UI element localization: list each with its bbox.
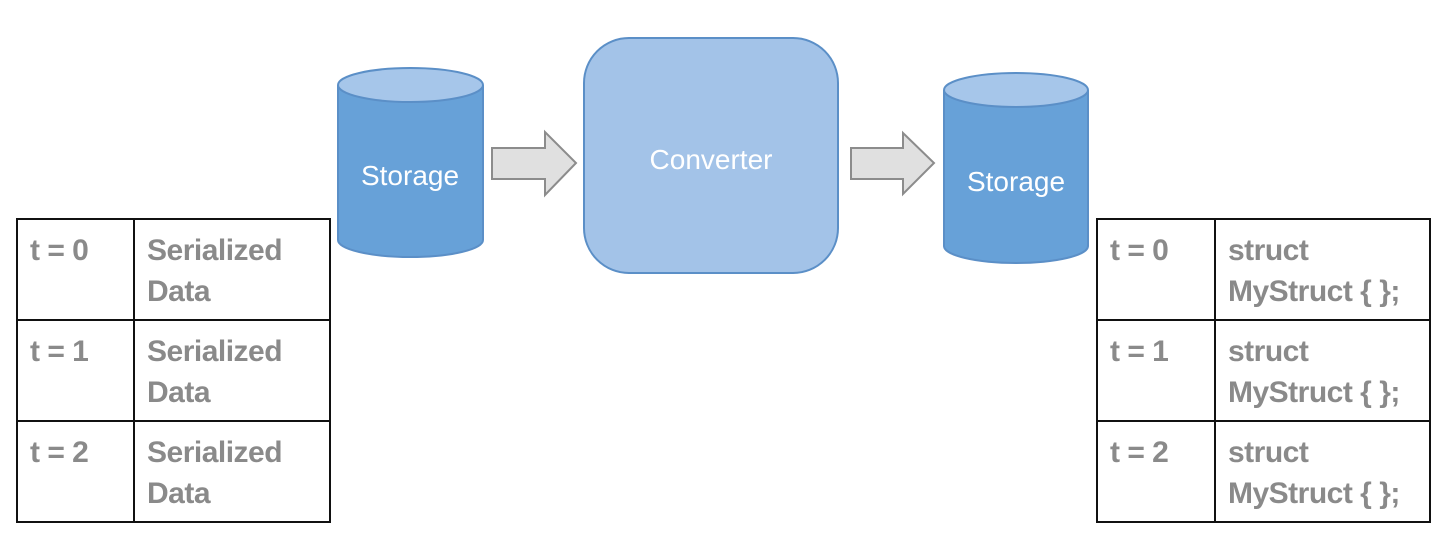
source-data-table: t = 0 Serialized Data t = 1 Serialized D… [16, 218, 331, 523]
time-cell: t = 0 [1096, 218, 1216, 321]
table-row: t = 2 struct MyStruct { }; [1096, 420, 1431, 523]
value-cell: Serialized Data [133, 319, 331, 422]
value-cell: struct MyStruct { }; [1214, 218, 1431, 321]
table-row: t = 0 Serialized Data [16, 218, 331, 321]
table-row: t = 1 Serialized Data [16, 319, 331, 422]
target-data-table: t = 0 struct MyStruct { }; t = 1 struct … [1096, 218, 1431, 523]
table-row: t = 0 struct MyStruct { }; [1096, 218, 1431, 321]
value-cell: struct MyStruct { }; [1214, 319, 1431, 422]
arrow-to-target-storage [850, 130, 936, 197]
source-storage-label: Storage [360, 160, 460, 191]
arrow-to-converter [491, 129, 578, 198]
table-row: t = 1 struct MyStruct { }; [1096, 319, 1431, 422]
table-row: t = 2 Serialized Data [16, 420, 331, 523]
value-cell: Serialized Data [133, 218, 331, 321]
time-cell: t = 2 [16, 420, 135, 523]
time-cell: t = 1 [16, 319, 135, 422]
value-cell: Serialized Data [133, 420, 331, 523]
value-cell: struct MyStruct { }; [1214, 420, 1431, 523]
time-cell: t = 1 [1096, 319, 1216, 422]
time-cell: t = 0 [16, 218, 135, 321]
time-cell: t = 2 [1096, 420, 1216, 523]
target-storage-label: Storage [966, 166, 1066, 197]
converter-label: Converter [649, 144, 773, 175]
